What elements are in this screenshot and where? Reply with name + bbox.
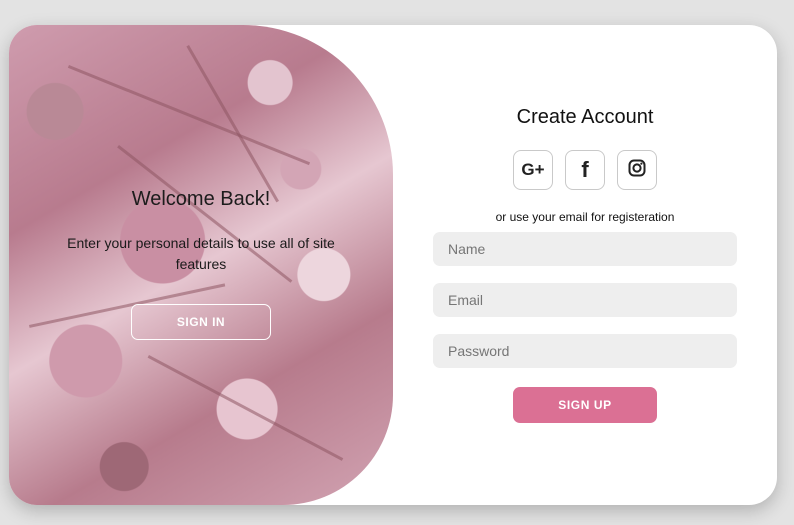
social-login-group: G+ f <box>513 150 657 190</box>
instagram-button[interactable] <box>617 150 657 190</box>
name-field[interactable] <box>433 232 737 266</box>
instagram-icon <box>628 159 646 182</box>
facebook-icon: f <box>581 157 589 182</box>
facebook-button[interactable]: f <box>565 150 605 190</box>
google-plus-button[interactable]: G+ <box>513 150 553 190</box>
email-hint-text: or use your email for registeration <box>495 210 675 224</box>
welcome-panel: Welcome Back! Enter your personal detail… <box>9 25 393 505</box>
welcome-title: Welcome Back! <box>131 188 271 210</box>
sign-up-button[interactable]: SIGN UP <box>513 387 657 423</box>
google-plus-icon: G+ <box>521 160 545 179</box>
welcome-description: Enter your personal details to use all o… <box>67 235 335 272</box>
sign-in-button[interactable]: SIGN IN <box>131 304 271 340</box>
signup-card: Welcome Back! Enter your personal detail… <box>9 25 777 505</box>
password-field[interactable] <box>433 334 737 368</box>
create-account-title: Create Account <box>516 106 654 128</box>
email-field[interactable] <box>433 283 737 317</box>
